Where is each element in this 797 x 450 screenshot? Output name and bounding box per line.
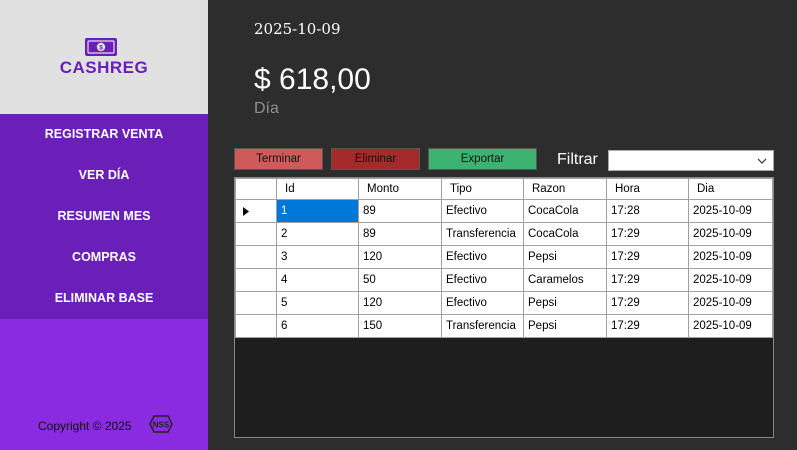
table-cell[interactable]: 4	[276, 268, 359, 292]
table-cell[interactable]: 17:29	[606, 291, 689, 315]
table-cell[interactable]: 1	[276, 199, 359, 223]
sales-grid[interactable]: Id Monto Tipo Razon Hora Dia 1 89 Efecti…	[234, 177, 774, 438]
table-cell[interactable]: 2025-10-09	[688, 199, 773, 223]
table-cell[interactable]: 2025-10-09	[688, 314, 773, 338]
table-cell[interactable]: 5	[276, 291, 359, 315]
table-cell[interactable]: CocaCola	[523, 222, 607, 246]
sidebar-footer: Copyright © 2025 NSS	[0, 319, 208, 450]
table-cell[interactable]: 2	[276, 222, 359, 246]
table-cell[interactable]: Transferencia	[441, 314, 524, 338]
chevron-down-icon	[757, 158, 767, 164]
svg-text:$: $	[99, 45, 103, 52]
table-cell[interactable]: Pepsi	[523, 314, 607, 338]
nss-logo-icon: NSS	[149, 415, 173, 433]
current-row-arrow-icon	[243, 207, 249, 216]
column-header-razon[interactable]: Razon	[523, 178, 607, 200]
table-cell[interactable]: 2025-10-09	[688, 291, 773, 315]
table-cell[interactable]: 17:29	[606, 268, 689, 292]
table-cell[interactable]: 89	[358, 199, 442, 223]
table-cell[interactable]: 2025-10-09	[688, 222, 773, 246]
table-header-row: Id Monto Tipo Razon Hora Dia	[235, 178, 773, 200]
table-row[interactable]: 3 120 Efectivo Pepsi 17:29 2025-10-09	[235, 245, 773, 269]
row-header[interactable]	[235, 222, 277, 246]
table-row[interactable]: 6 150 Transferencia Pepsi 17:29 2025-10-…	[235, 314, 773, 338]
copyright-text: Copyright © 2025	[38, 419, 132, 433]
table-cell[interactable]: 2025-10-09	[688, 268, 773, 292]
eliminar-button[interactable]: Eliminar	[331, 148, 420, 170]
table-cell[interactable]: Caramelos	[523, 268, 607, 292]
table-row[interactable]: 5 120 Efectivo Pepsi 17:29 2025-10-09	[235, 291, 773, 315]
table-cell[interactable]: Efectivo	[441, 245, 524, 269]
logo-area: $ CASHREG	[0, 0, 208, 114]
svg-text:NSS: NSS	[153, 421, 170, 430]
column-header-dia[interactable]: Dia	[688, 178, 773, 200]
table-cell[interactable]: Transferencia	[441, 222, 524, 246]
column-header-monto[interactable]: Monto	[358, 178, 442, 200]
table-cell[interactable]: 17:28	[606, 199, 689, 223]
row-header-corner	[235, 178, 277, 200]
sidebar-item-ver-dia[interactable]: VER DÍA	[0, 155, 208, 196]
table-cell[interactable]: 50	[358, 268, 442, 292]
sidebar-item-registrar-venta[interactable]: REGISTRAR VENTA	[0, 114, 208, 155]
sidebar: $ CASHREG REGISTRAR VENTA VER DÍA RESUME…	[0, 0, 208, 450]
exportar-button[interactable]: Exportar	[428, 148, 537, 170]
table-cell[interactable]: 120	[358, 245, 442, 269]
column-header-hora[interactable]: Hora	[606, 178, 689, 200]
column-header-id[interactable]: Id	[276, 178, 359, 200]
app-logo-text: CASHREG	[59, 58, 149, 77]
table-cell[interactable]: 120	[358, 291, 442, 315]
table-cell[interactable]: Efectivo	[441, 199, 524, 223]
money-bill-icon: $	[85, 38, 117, 56]
period-label: Día	[254, 100, 279, 117]
row-header[interactable]	[235, 268, 277, 292]
table-row[interactable]: 4 50 Efectivo Caramelos 17:29 2025-10-09	[235, 268, 773, 292]
filter-dropdown[interactable]	[608, 150, 774, 171]
sidebar-item-compras[interactable]: COMPRAS	[0, 237, 208, 278]
total-amount: $ 618,00	[254, 63, 371, 96]
column-header-tipo[interactable]: Tipo	[441, 178, 524, 200]
table-cell[interactable]: 3	[276, 245, 359, 269]
table-cell[interactable]: 89	[358, 222, 442, 246]
table-cell[interactable]: Pepsi	[523, 245, 607, 269]
sidebar-item-resumen-mes[interactable]: RESUMEN MES	[0, 196, 208, 237]
current-date: 2025-10-09	[254, 20, 341, 38]
row-header[interactable]	[235, 291, 277, 315]
table-row[interactable]: 2 89 Transferencia CocaCola 17:29 2025-1…	[235, 222, 773, 246]
sidebar-nav: REGISTRAR VENTA VER DÍA RESUMEN MES COMP…	[0, 114, 208, 319]
row-header[interactable]	[235, 245, 277, 269]
sales-table: Id Monto Tipo Razon Hora Dia 1 89 Efecti…	[235, 178, 773, 338]
filter-label: Filtrar	[557, 151, 598, 168]
table-cell[interactable]: 2025-10-09	[688, 245, 773, 269]
table-cell[interactable]: 6	[276, 314, 359, 338]
table-cell[interactable]: CocaCola	[523, 199, 607, 223]
sidebar-item-eliminar-base[interactable]: ELIMINAR BASE	[0, 278, 208, 319]
table-cell[interactable]: 17:29	[606, 222, 689, 246]
row-header[interactable]	[235, 314, 277, 338]
table-cell[interactable]: Efectivo	[441, 268, 524, 292]
row-header[interactable]	[235, 199, 277, 223]
table-cell[interactable]: Pepsi	[523, 291, 607, 315]
terminar-button[interactable]: Terminar	[234, 148, 323, 170]
table-cell[interactable]: 17:29	[606, 245, 689, 269]
table-cell[interactable]: 17:29	[606, 314, 689, 338]
table-cell[interactable]: Efectivo	[441, 291, 524, 315]
table-row[interactable]: 1 89 Efectivo CocaCola 17:28 2025-10-09	[235, 199, 773, 223]
table-cell[interactable]: 150	[358, 314, 442, 338]
